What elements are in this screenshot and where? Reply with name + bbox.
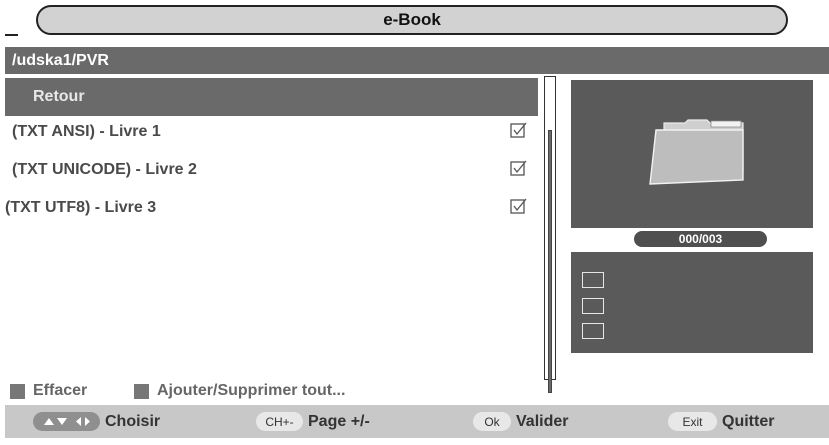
list-item[interactable]: (TXT ANSI) - Livre 1 <box>5 117 538 147</box>
breadcrumb: /udska1/PVR <box>5 47 829 74</box>
title-corner-divider <box>5 34 18 36</box>
window-title: e-Book <box>36 5 788 35</box>
exit-label: Quitter <box>722 412 775 430</box>
toggle-all-key-swatch <box>134 383 149 399</box>
current-path: /udska1/PVR <box>12 51 109 69</box>
toggle-all-action[interactable]: Ajouter/Supprimer tout... <box>134 381 345 401</box>
choose-hint[interactable]: Choisir <box>33 405 160 438</box>
delete-label: Effacer <box>33 382 88 399</box>
file-label: (TXT UTF8) - Livre 3 <box>5 199 157 216</box>
ch-key: CH+- <box>256 412 303 431</box>
file-label: (TXT ANSI) - Livre 1 <box>12 123 161 140</box>
info-field-3 <box>582 323 604 339</box>
choose-label: Choisir <box>105 412 161 430</box>
arrow-keys-icon <box>33 412 100 431</box>
item-counter: 000/003 <box>634 231 767 247</box>
list-item-back[interactable]: Retour <box>5 78 538 116</box>
page-label: Page +/- <box>308 412 370 430</box>
page-hint[interactable]: CH+- Page +/- <box>256 405 370 438</box>
ok-hint[interactable]: Ok Valider <box>473 405 568 438</box>
info-field-1 <box>582 272 604 288</box>
delete-key-swatch <box>10 383 25 399</box>
toggle-all-label: Ajouter/Supprimer tout... <box>157 382 346 399</box>
window-title-text: e-Book <box>383 10 441 29</box>
file-label: (TXT UNICODE) - Livre 2 <box>12 161 197 178</box>
checkbox-checked-icon[interactable] <box>510 122 527 139</box>
exit-hint[interactable]: Exit Quitter <box>668 405 774 438</box>
ok-label: Valider <box>516 412 569 430</box>
item-counter-text: 000/003 <box>678 232 723 246</box>
checkbox-checked-icon[interactable] <box>510 198 527 215</box>
back-label: Retour <box>33 88 85 105</box>
list-item[interactable]: (TXT UTF8) - Livre 3 <box>5 193 538 223</box>
folder-icon <box>649 119 744 185</box>
delete-action[interactable]: Effacer <box>10 381 87 401</box>
exit-key: Exit <box>668 412 717 431</box>
scrollbar-thumb[interactable] <box>548 130 552 393</box>
list-item[interactable]: (TXT UNICODE) - Livre 2 <box>5 155 538 185</box>
preview-panel <box>571 80 813 228</box>
footer-hints: Choisir CH+- Page +/- Ok Valider Exit Qu… <box>5 405 829 438</box>
checkbox-checked-icon[interactable] <box>510 160 527 177</box>
ok-key: Ok <box>473 412 511 431</box>
info-panel <box>571 252 813 353</box>
scrollbar[interactable] <box>544 76 556 393</box>
info-field-2 <box>582 298 604 314</box>
